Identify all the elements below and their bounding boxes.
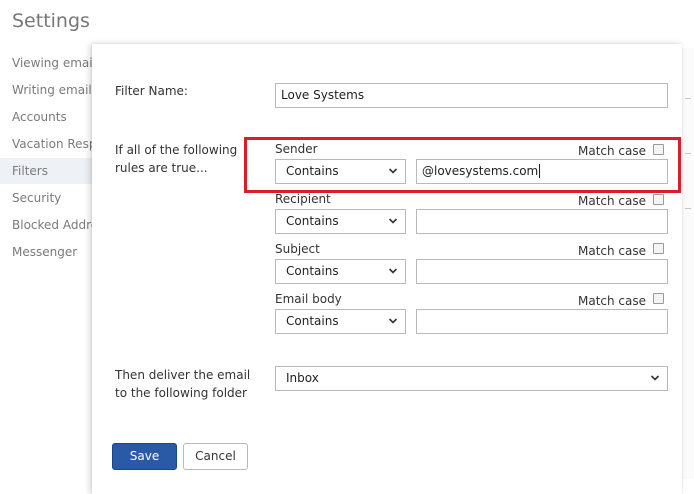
subject-match-case-checkbox[interactable]	[653, 243, 664, 254]
filter-editor-dialog: Filter Name: Love Systems If all of the …	[92, 44, 682, 494]
recipient-operator-select[interactable]: Contains	[275, 209, 406, 234]
filter-name-input[interactable]: Love Systems	[275, 83, 668, 108]
deliver-folder-label: Then deliver the email to the following …	[115, 368, 251, 400]
recipient-value-input[interactable]	[416, 209, 668, 234]
rules-label: If all of the following rules are true..…	[115, 143, 238, 175]
save-button[interactable]: Save	[112, 443, 177, 470]
sender-match-case-checkbox[interactable]	[653, 144, 664, 155]
sender-operator-select[interactable]: Contains	[275, 159, 406, 184]
subject-value-input[interactable]	[416, 259, 668, 284]
background-panel-edge	[681, 48, 694, 479]
match-case-label: Match case	[578, 244, 647, 258]
page-title: Settings	[12, 10, 90, 32]
sidebar-item-vacation-response[interactable]: Vacation Resp	[0, 131, 100, 157]
rule-sender-label: Sender	[275, 142, 318, 156]
chevron-down-icon	[650, 375, 660, 381]
recipient-operator-value: Contains	[286, 214, 339, 228]
sender-value-text: @lovesystems.com	[422, 164, 539, 178]
sender-value-input[interactable]: @lovesystems.com	[416, 159, 668, 184]
chevron-down-icon	[388, 218, 398, 224]
rule-subject-label: Subject	[275, 242, 320, 256]
text-cursor	[539, 164, 541, 178]
recipient-match-case-checkbox[interactable]	[653, 194, 664, 205]
chevron-down-icon	[388, 168, 398, 174]
email-body-operator-value: Contains	[286, 314, 339, 328]
filter-name-label: Filter Name:	[115, 84, 188, 98]
sidebar-item-security[interactable]: Security	[0, 185, 100, 211]
sender-operator-value: Contains	[286, 164, 339, 178]
chevron-down-icon	[388, 268, 398, 274]
sidebar-item-viewing-email[interactable]: Viewing email	[0, 50, 100, 76]
email-body-value-input[interactable]	[416, 309, 668, 334]
rule-email-body-label: Email body	[275, 292, 342, 306]
email-body-operator-select[interactable]: Contains	[275, 309, 406, 334]
cancel-button[interactable]: Cancel	[183, 443, 248, 470]
subject-operator-value: Contains	[286, 264, 339, 278]
deliver-folder-value: Inbox	[286, 371, 319, 385]
subject-operator-select[interactable]: Contains	[275, 259, 406, 284]
match-case-label: Match case	[578, 294, 647, 308]
sidebar-item-messenger[interactable]: Messenger	[0, 239, 100, 265]
deliver-folder-select[interactable]: Inbox	[275, 366, 668, 391]
sidebar-item-filters[interactable]: Filters	[0, 158, 100, 184]
sidebar-item-accounts[interactable]: Accounts	[0, 104, 100, 130]
chevron-down-icon	[388, 318, 398, 324]
match-case-label: Match case	[578, 194, 647, 208]
match-case-label: Match case	[578, 144, 647, 158]
rule-recipient-label: Recipient	[275, 192, 331, 206]
sidebar-item-blocked-addresses[interactable]: Blocked Addre	[0, 212, 100, 238]
email-body-match-case-checkbox[interactable]	[653, 293, 664, 304]
sidebar-item-writing-email[interactable]: Writing email	[0, 77, 100, 103]
